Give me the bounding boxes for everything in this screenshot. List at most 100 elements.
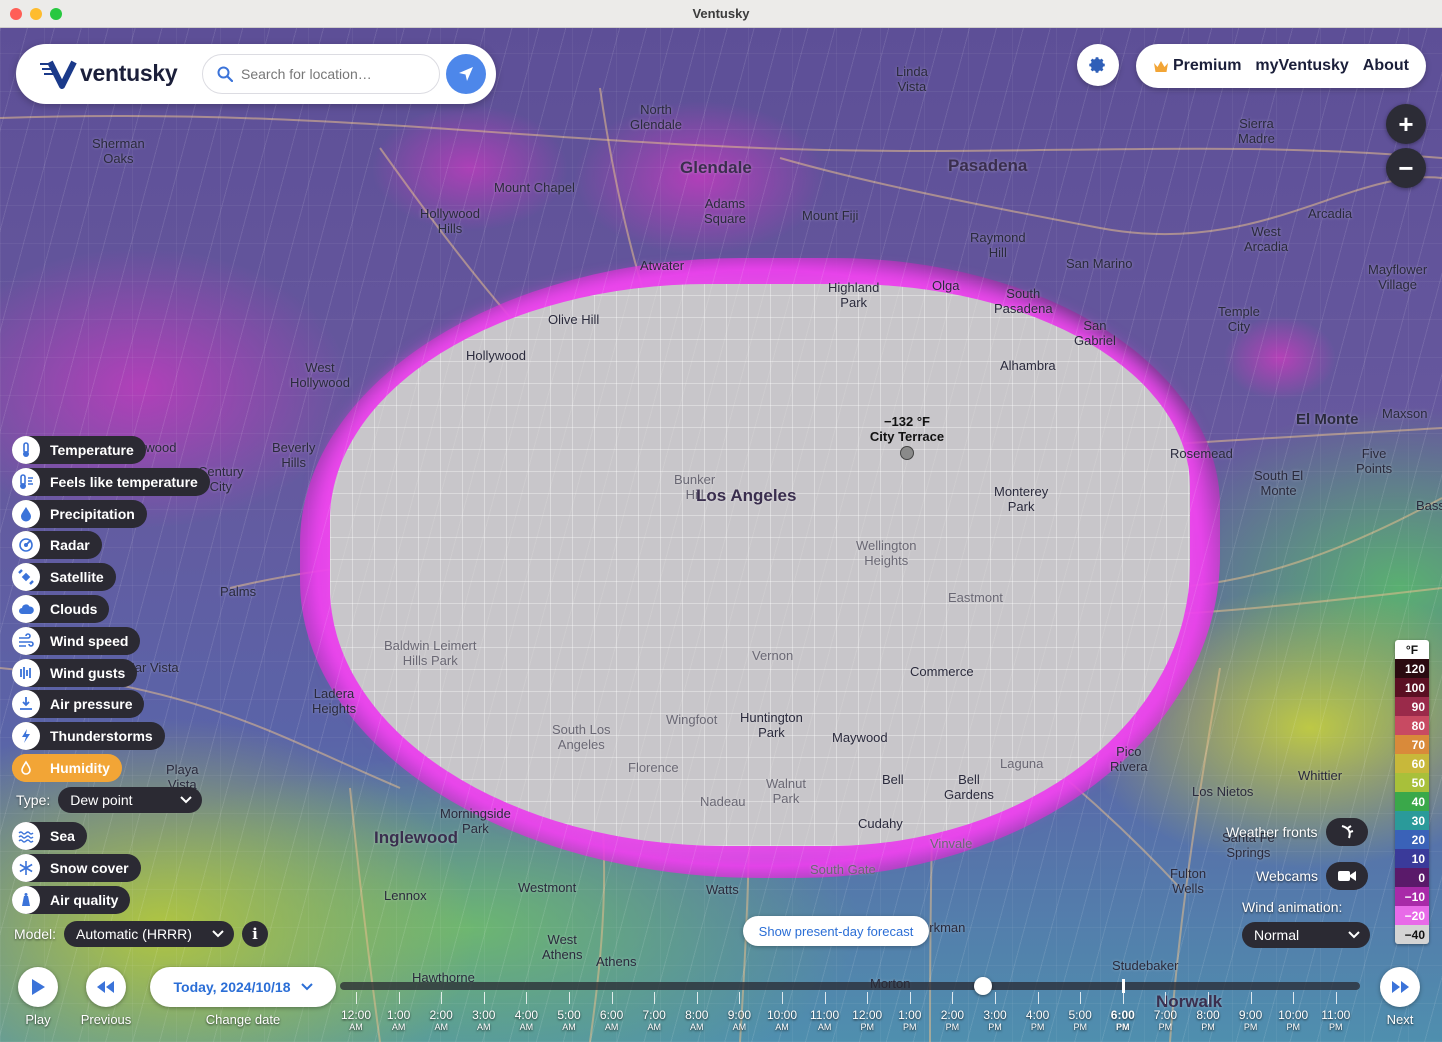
my-ventusky-link[interactable]: myVentusky — [1255, 57, 1348, 75]
layer-humidity[interactable]: Humidity — [12, 754, 122, 782]
hour-label[interactable]: 9:00 PM — [1229, 1008, 1273, 1033]
hour-label[interactable]: 1:00 PM — [888, 1008, 932, 1033]
hour-label[interactable]: 7:00 AM — [632, 1008, 676, 1033]
layer-precipitation[interactable]: Precipitation — [12, 499, 147, 528]
hour-label[interactable]: 5:00 AM — [547, 1008, 591, 1033]
search-box[interactable] — [202, 54, 440, 94]
place-label: Monterey Park — [994, 484, 1049, 514]
hour-label[interactable]: 1:00 AM — [377, 1008, 421, 1033]
layer-wind-speed[interactable]: Wind speed — [12, 626, 141, 655]
hour-label[interactable]: 3:00 AM — [462, 1008, 506, 1033]
hour-label[interactable]: 10:00 PM — [1271, 1008, 1315, 1033]
hour-label[interactable]: 11:00 PM — [1314, 1008, 1358, 1033]
hour-tick — [739, 992, 741, 1004]
zoom-out-button[interactable]: − — [1386, 148, 1426, 188]
layer-feels-like-temperature[interactable]: Feels like temperature — [12, 467, 210, 496]
hour-label[interactable]: 6:00 AM — [590, 1008, 634, 1033]
window-title: Ventusky — [692, 6, 750, 21]
hour-label[interactable]: 5:00 PM — [1058, 1008, 1102, 1033]
hour-value: 12:00 — [340, 1008, 372, 1022]
hour-value: 4:00 — [514, 1008, 539, 1022]
settings-button[interactable] — [1077, 44, 1119, 86]
layer-label: Temperature — [50, 442, 134, 458]
previous-label: Previous — [80, 1012, 132, 1027]
place-label: Florence — [628, 760, 679, 775]
hour-label[interactable]: 2:00 PM — [930, 1008, 974, 1033]
hour-label[interactable]: 2:00 AM — [419, 1008, 463, 1033]
layer-thunderstorms[interactable]: Thunderstorms — [12, 722, 165, 751]
hour-tick — [569, 992, 570, 1004]
hour-label[interactable]: 10:00 AM — [760, 1008, 804, 1033]
layer-clouds[interactable]: Clouds — [12, 595, 110, 623]
hour-label[interactable]: 3:00 PM — [973, 1008, 1017, 1033]
city-marker[interactable]: −132 °F City Terrace — [862, 414, 952, 460]
layer-snow-cover[interactable]: Snow cover — [12, 854, 141, 882]
date-picker-button[interactable]: Today, 2024/10/18 — [150, 967, 336, 1007]
weather-map[interactable]: NorthLinda VistaSherman OaksNorth Glenda… — [0, 28, 1442, 1042]
model-select[interactable]: Automatic (HRRR) — [64, 921, 235, 947]
hour-label[interactable]: 12:00 PM — [845, 1008, 889, 1033]
my-location-button[interactable] — [446, 54, 486, 94]
layer-sea[interactable]: Sea — [12, 822, 87, 850]
hour-tick — [1293, 992, 1295, 1004]
layer-air-quality[interactable]: Air quality — [12, 886, 131, 914]
ventusky-logo-icon[interactable] — [40, 58, 80, 90]
premium-link[interactable]: Premium — [1153, 57, 1241, 75]
hour-tick — [995, 992, 996, 1004]
type-label: Type: — [16, 792, 51, 808]
hour-label[interactable]: 11:00 AM — [803, 1008, 847, 1033]
previous-button[interactable] — [86, 967, 126, 1007]
hour-label[interactable]: 6:00 PM — [1101, 1008, 1145, 1033]
hour-tick — [867, 992, 869, 1004]
city-marker-dot[interactable] — [900, 446, 914, 460]
next-button[interactable] — [1380, 967, 1420, 1007]
type-select-value: Dew point — [70, 792, 133, 808]
present-day-forecast-button[interactable]: Show present-day forecast — [743, 916, 929, 946]
maximize-window-button[interactable] — [50, 8, 62, 20]
play-icon — [32, 979, 45, 995]
hour-label[interactable]: 7:00 PM — [1143, 1008, 1187, 1033]
model-info-button[interactable]: i — [242, 921, 269, 947]
play-button[interactable] — [18, 967, 58, 1007]
place-label: Olga — [932, 278, 960, 293]
place-label: Five Points — [1356, 446, 1393, 476]
hour-label[interactable]: 9:00 AM — [717, 1008, 761, 1033]
legend-swatch: 70 — [1395, 735, 1429, 754]
layer-air-pressure[interactable]: Air pressure — [12, 690, 145, 719]
hour-label[interactable]: 4:00 AM — [504, 1008, 548, 1033]
webcams-toggle[interactable] — [1325, 862, 1368, 890]
about-link[interactable]: About — [1363, 57, 1409, 75]
zoom-in-button[interactable]: + — [1386, 104, 1426, 144]
wind-animation-select[interactable]: Normal — [1242, 922, 1370, 948]
layer-label: Air quality — [50, 892, 119, 908]
place-label: Bell Gardens — [944, 772, 994, 802]
hour-value: 8:00 — [685, 1008, 709, 1022]
place-label: Glendale — [680, 158, 752, 177]
hour-label[interactable]: 8:00 PM — [1186, 1008, 1230, 1033]
hour-label[interactable]: 12:00 AM — [334, 1008, 378, 1033]
place-label: Pico Rivera — [1110, 744, 1148, 774]
weather-fronts-toggle[interactable] — [1325, 818, 1368, 846]
hour-tick — [526, 992, 528, 1004]
model-select-value: Automatic (HRRR) — [76, 926, 192, 942]
hour-label[interactable]: 4:00 PM — [1016, 1008, 1060, 1033]
city-name: City Terrace — [869, 429, 945, 444]
timeline-slider[interactable] — [340, 977, 1360, 995]
place-label: Nadeau — [700, 794, 746, 809]
timeline-thumb[interactable] — [973, 977, 992, 995]
layer-satellite[interactable]: Satellite — [12, 563, 116, 592]
hour-value: 11:00 — [810, 1008, 840, 1022]
close-window-button[interactable] — [10, 8, 22, 20]
layer-temperature[interactable]: Temperature — [12, 436, 146, 464]
minimize-window-button[interactable] — [30, 8, 42, 20]
hour-label[interactable]: 8:00 AM — [675, 1008, 719, 1033]
webcams-row: Webcams — [1256, 862, 1368, 890]
search-input[interactable] — [241, 66, 421, 82]
hour-tick — [1335, 992, 1337, 1004]
place-label: Highland Park — [828, 280, 880, 310]
legend-swatch: 40 — [1395, 792, 1429, 811]
type-select[interactable]: Dew point — [58, 787, 203, 813]
layer-radar[interactable]: Radar — [12, 531, 102, 560]
layer-wind-gusts[interactable]: Wind gusts — [12, 658, 138, 687]
place-label: Eastmont — [948, 590, 1003, 605]
